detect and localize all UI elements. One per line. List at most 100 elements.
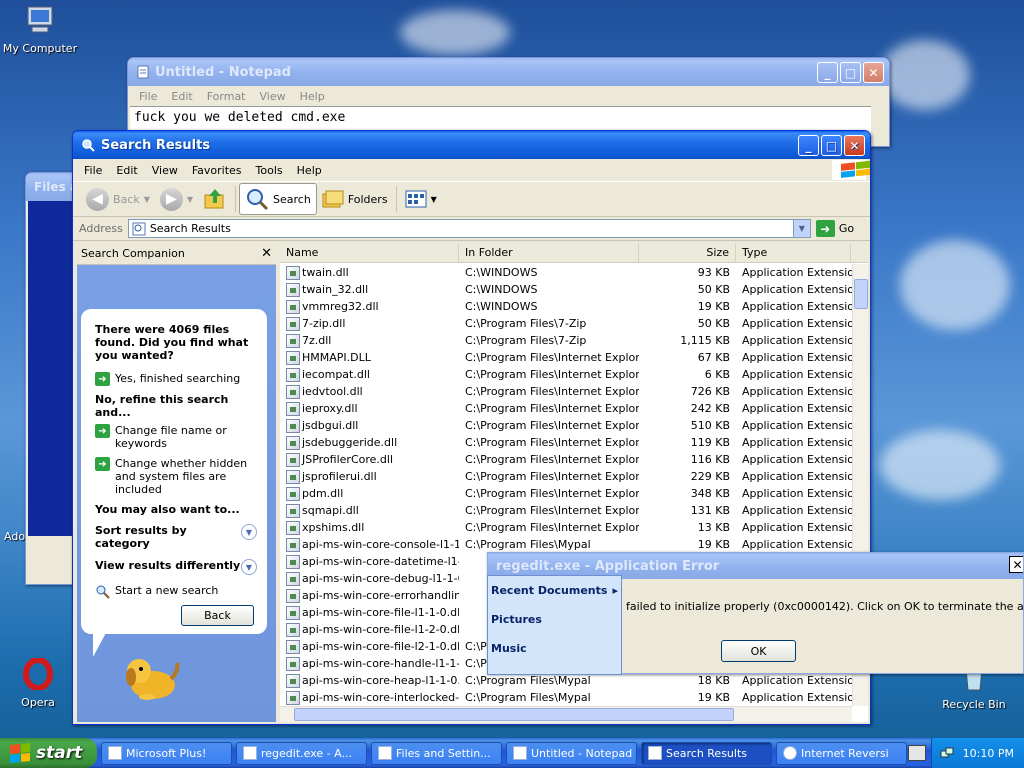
windows-flag-icon <box>10 742 30 764</box>
table-row[interactable]: xpshims.dll C:\Program Files\Internet Exp… <box>280 519 852 536</box>
minimize-button[interactable]: _ <box>798 135 819 156</box>
taskbar-item-internet-reversi[interactable]: Internet Reversi <box>776 741 907 765</box>
table-row[interactable]: sqmapi.dll C:\Program Files\Internet Expl… <box>280 502 852 519</box>
taskbar-item-microsoft-plus[interactable]: Microsoft Plus! <box>101 741 232 765</box>
close-button[interactable]: ✕ <box>844 135 865 156</box>
new-search-link[interactable]: Start a new search <box>95 584 257 599</box>
up-folder-button[interactable] <box>198 183 232 215</box>
start-menu-item-recent-documents[interactable]: Recent Documents ▸ <box>488 576 621 605</box>
table-row[interactable]: jsdebuggeride.dll C:\Program Files\Intern… <box>280 434 852 451</box>
search-label: Search <box>273 192 311 206</box>
close-pane-icon[interactable]: ✕ <box>261 246 272 261</box>
menu-file[interactable]: File <box>77 164 109 177</box>
folders-button[interactable]: Folders <box>317 183 393 215</box>
change-name-link[interactable]: ➜ Change file name or keywords <box>95 424 257 450</box>
network-icon[interactable] <box>939 745 955 761</box>
view-results-expander[interactable]: View results differently ▼ <box>95 559 257 575</box>
cell-size: 67 KB <box>697 351 730 364</box>
dll-file-icon <box>286 673 300 688</box>
table-row[interactable]: jsdbgui.dll C:\Program Files\Internet Exp… <box>280 417 852 434</box>
table-row[interactable]: 7-zip.dll C:\Program Files\7-Zip 50 KB Appl… <box>280 315 852 332</box>
cell-size: 1,115 KB <box>680 334 730 347</box>
column-header-folder[interactable]: In Folder <box>459 243 639 262</box>
horizontal-scrollbar[interactable] <box>280 706 852 722</box>
clock[interactable]: 10:10 PM <box>963 747 1014 760</box>
back-button[interactable]: ◀ Back ▼ <box>81 183 155 215</box>
cell-folder: C:\Program Files\Mypal <box>465 674 591 687</box>
table-row[interactable]: HMMAPI.DLL C:\Program Files\Internet Expl… <box>280 349 852 366</box>
menu-help[interactable]: Help <box>293 90 332 103</box>
menu-edit[interactable]: Edit <box>164 90 199 103</box>
forward-button[interactable]: ▶ ▼ <box>155 183 198 215</box>
table-row[interactable]: pdm.dll C:\Program Files\Internet Explore… <box>280 485 852 502</box>
cell-name: xpshims.dll <box>280 520 459 535</box>
dll-file-icon <box>286 656 300 671</box>
sort-results-expander[interactable]: Sort results by category ▼ <box>95 524 257 550</box>
green-arrow-icon: ➜ <box>95 372 110 386</box>
system-tray: 10:10 PM <box>931 738 1024 768</box>
table-row[interactable]: api-ms-win-core-console-l1-1-... C:\Progr… <box>280 536 852 553</box>
address-dropdown-button[interactable]: ▼ <box>792 220 810 237</box>
explorer-title-bar[interactable]: Search Results _ □ ✕ <box>73 131 870 159</box>
taskbar-item-search-results[interactable]: Search Results <box>641 741 772 765</box>
bubble-tail <box>93 631 107 657</box>
cell-name: twain_32.dll <box>280 282 459 297</box>
table-row[interactable]: 7z.dll C:\Program Files\7-Zip 1,115 KB Appl… <box>280 332 852 349</box>
forward-arrow-icon: ▶ <box>159 187 183 211</box>
menu-help[interactable]: Help <box>290 164 329 177</box>
desktop-icon-my-computer[interactable]: My Computer <box>0 4 80 55</box>
table-row[interactable]: iecompat.dll C:\Program Files\Internet Ex… <box>280 366 852 383</box>
scroll-thumb[interactable] <box>294 708 734 721</box>
dll-file-icon <box>286 503 300 518</box>
maximize-button[interactable]: □ <box>840 62 861 83</box>
menu-edit[interactable]: Edit <box>109 164 144 177</box>
companion-back-button[interactable]: Back <box>181 605 254 626</box>
search-button[interactable]: Search <box>239 183 317 215</box>
desktop-icon-opera[interactable]: Opera <box>0 657 78 709</box>
ok-button[interactable]: OK <box>721 640 796 662</box>
table-row[interactable]: vmmreg32.dll C:\WINDOWS 19 KB Application E… <box>280 298 852 315</box>
menu-favorites[interactable]: Favorites <box>185 164 249 177</box>
table-row[interactable]: api-ms-win-core-interlocked-l1... C:\Prog… <box>280 689 852 706</box>
close-button[interactable]: ✕ <box>863 62 884 83</box>
change-hidden-files-link[interactable]: ➜ Change whether hidden and system files… <box>95 457 257 496</box>
maximize-button[interactable]: □ <box>821 135 842 156</box>
taskbar-item-files-and-settings[interactable]: Files and Settin... <box>371 741 502 765</box>
table-row[interactable]: twain.dll C:\WINDOWS 93 KB Application Exte… <box>280 264 852 281</box>
menu-view[interactable]: View <box>253 90 293 103</box>
menu-file[interactable]: File <box>132 90 164 103</box>
companion-bubble: There were 4069 files found. Did you fin… <box>81 309 267 634</box>
notepad-title-bar[interactable]: Untitled - Notepad _ □ ✕ <box>128 58 889 86</box>
table-row[interactable]: jsprofilerui.dll C:\Program Files\Interne… <box>280 468 852 485</box>
keyboard-icon[interactable] <box>908 745 926 761</box>
go-button[interactable]: ➜ Go <box>815 220 854 237</box>
search-icon <box>247 189 269 211</box>
close-button[interactable]: ✕ <box>1009 556 1023 573</box>
cell-name: twain.dll <box>280 265 459 280</box>
table-row[interactable]: ieproxy.dll C:\Program Files\Internet Exp… <box>280 400 852 417</box>
minimize-button[interactable]: _ <box>817 62 838 83</box>
cell-name: api-ms-win-core-handle-l1-1-0... <box>280 656 459 671</box>
column-header-type[interactable]: Type <box>736 243 851 262</box>
start-menu-item-pictures[interactable]: Pictures <box>488 605 621 634</box>
cell-type: Application Extension <box>742 487 852 500</box>
start-button[interactable]: start <box>0 738 97 768</box>
views-button[interactable]: ▼ <box>400 183 442 215</box>
taskbar-item-regedit-error[interactable]: regedit.exe - A... <box>236 741 367 765</box>
table-row[interactable]: JSProfilerCore.dll C:\Program Files\Inter… <box>280 451 852 468</box>
table-row[interactable]: twain_32.dll C:\WINDOWS 50 KB Application E… <box>280 281 852 298</box>
menu-tools[interactable]: Tools <box>249 164 290 177</box>
menu-format[interactable]: Format <box>200 90 253 103</box>
taskbar-item-notepad[interactable]: Untitled - Notepad <box>506 741 637 765</box>
table-row[interactable]: iedvtool.dll C:\Program Files\Internet Ex… <box>280 383 852 400</box>
column-header-size[interactable]: Size <box>639 243 736 262</box>
scroll-thumb[interactable] <box>854 279 868 309</box>
start-menu-item-music[interactable]: Music <box>488 634 621 663</box>
cell-size: 19 KB <box>697 691 730 704</box>
cell-size: 6 KB <box>704 368 730 381</box>
column-header-name[interactable]: Name <box>280 243 459 262</box>
cell-name: 7z.dll <box>280 333 459 348</box>
menu-view[interactable]: View <box>145 164 185 177</box>
finished-searching-link[interactable]: ➜ Yes, finished searching <box>95 372 257 386</box>
address-input[interactable]: Search Results ▼ <box>127 219 811 238</box>
